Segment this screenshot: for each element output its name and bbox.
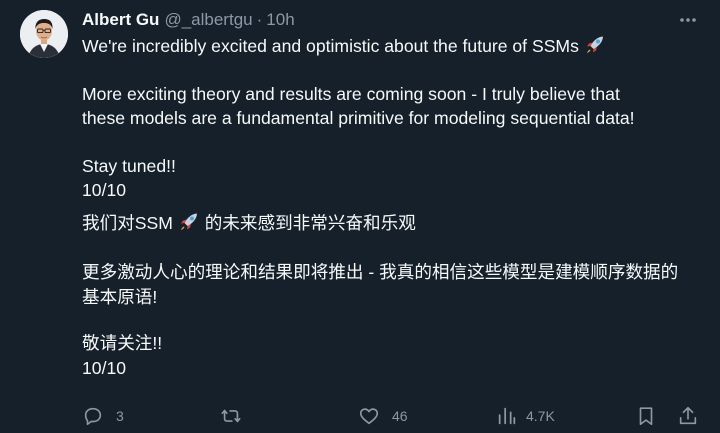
tweet-line-3: these models are a fundamental primitive… [82,108,635,128]
view-count: 4.7K [526,408,555,424]
reply-icon [84,407,102,426]
share-icon [679,406,697,425]
avatar-photo [20,10,68,58]
author-handle[interactable]: @_albertgu [164,10,252,30]
heart-icon [359,408,379,425]
views-icon [498,407,516,425]
tweet: Albert Gu @_albertgu · 10h We're incredi… [0,0,720,433]
tweet-line-8: 基本原语! [82,287,158,307]
tweet-timestamp[interactable]: 10h [266,10,294,30]
bookmark-icon [639,407,653,426]
tweet-line-1-text: We're incredibly excited and optimistic … [82,36,579,56]
like-button[interactable]: 46 [358,404,408,428]
tweet-header: Albert Gu @_albertgu · 10h [82,9,295,31]
tweet-line-6: 我们对SSM 的未来感到非常兴奋和乐观 [82,211,416,235]
reply-button[interactable]: 3 [82,404,124,428]
retweet-button[interactable] [220,404,242,428]
rocket-icon [180,213,197,230]
tweet-line-6-text-b: 的未来感到非常兴奋和乐观 [204,213,416,233]
tweet-line-5: 10/10 [82,180,127,200]
retweet-icon [221,409,241,423]
views-button[interactable]: 4.7K [496,404,555,428]
tweet-line-10: 10/10 [82,358,127,378]
like-count: 46 [392,408,408,424]
tweet-line-9: 敬请关注!! [82,333,163,353]
tweet-line-6-text-a: 我们对SSM [82,213,173,233]
share-button[interactable] [677,404,699,428]
tweet-line-7: 更多激动人心的理论和结果即将推出 - 我真的相信这些模型是建模顺序数据的 [82,262,679,282]
tweet-line-1: We're incredibly excited and optimistic … [82,34,606,58]
more-icon [680,18,696,22]
author-name[interactable]: Albert Gu [82,10,159,30]
avatar[interactable] [20,10,68,58]
tweet-line-2: More exciting theory and results are com… [82,84,620,104]
separator-dot: · [256,10,263,29]
reply-count: 3 [116,408,124,424]
tweet-line-4: Stay tuned!! [82,156,176,176]
more-options-button[interactable] [676,10,700,30]
bookmark-button[interactable] [635,404,657,428]
rocket-icon [586,36,603,53]
